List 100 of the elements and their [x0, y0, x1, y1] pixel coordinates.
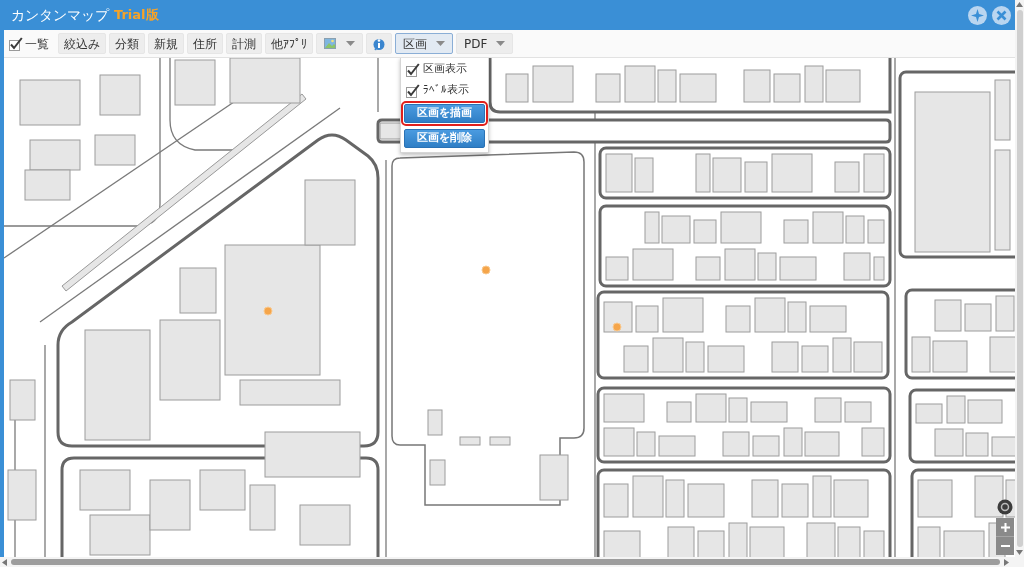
scroll-right-icon[interactable]	[1004, 558, 1009, 566]
building	[634, 157, 654, 193]
building	[722, 431, 750, 457]
building	[459, 436, 481, 446]
caret-icon	[496, 41, 506, 46]
building	[809, 305, 847, 333]
scroll-up-icon[interactable]	[1016, 2, 1023, 7]
dropdown-button[interactable]: 区画	[395, 33, 453, 54]
minus-icon	[1000, 545, 1010, 547]
checkbox-label[interactable]: 一覧	[25, 34, 49, 53]
building	[773, 73, 801, 103]
building	[744, 161, 768, 193]
map-marker-icon[interactable]	[481, 265, 491, 275]
building	[751, 479, 779, 518]
target-icon[interactable]	[997, 499, 1013, 515]
building	[771, 341, 799, 373]
building	[934, 428, 964, 457]
building	[814, 397, 842, 423]
edition-label: Trial版	[114, 6, 159, 25]
building	[965, 432, 989, 457]
checkbox[interactable]	[9, 36, 23, 51]
image-icon	[324, 38, 336, 49]
building	[693, 219, 717, 244]
building	[863, 153, 885, 193]
building	[603, 483, 629, 518]
building	[834, 161, 860, 193]
building	[695, 256, 721, 281]
building	[603, 393, 645, 423]
four-point-star-icon[interactable]	[968, 5, 987, 25]
building	[505, 73, 529, 103]
scroll-down-icon[interactable]	[1016, 550, 1023, 555]
toolbar-button[interactable]: 計測	[226, 33, 262, 54]
building	[781, 483, 809, 518]
layer-dropdown-button[interactable]	[316, 33, 363, 54]
building	[750, 401, 788, 423]
building	[539, 454, 569, 501]
building	[844, 401, 872, 423]
building	[429, 459, 446, 486]
toolbar-button[interactable]: 分類	[109, 33, 145, 54]
building	[199, 469, 246, 511]
building	[964, 303, 992, 332]
building	[779, 256, 817, 281]
building	[917, 479, 953, 518]
building	[24, 169, 71, 201]
building	[801, 345, 829, 373]
building	[7, 469, 37, 521]
vertical-scrollbar-thumb[interactable]	[1016, 10, 1023, 547]
building	[29, 139, 81, 171]
building	[995, 295, 1015, 332]
building	[861, 427, 885, 457]
building	[679, 73, 717, 103]
building	[934, 299, 962, 332]
building	[605, 256, 629, 281]
caret-icon	[436, 41, 445, 46]
building	[666, 401, 692, 423]
map-marker-icon[interactable]	[612, 322, 622, 332]
building	[532, 65, 574, 103]
building	[837, 526, 861, 557]
info-button[interactable]	[366, 33, 392, 54]
building	[427, 409, 443, 436]
menu-item[interactable]: 区画表示	[401, 59, 488, 80]
toolbar-button[interactable]: 他ｱﾌﾟﾘ	[265, 33, 313, 54]
dropdown-button[interactable]: PDF	[456, 33, 514, 54]
close-icon[interactable]	[992, 5, 1011, 25]
toolbar-button[interactable]: 住所	[187, 33, 223, 54]
building	[94, 134, 136, 166]
scroll-left-icon[interactable]	[2, 558, 7, 566]
building	[743, 69, 771, 103]
building	[720, 211, 762, 244]
toolbar-button[interactable]: 絞込み	[58, 33, 106, 54]
building	[79, 469, 131, 511]
building	[635, 305, 659, 333]
window-title: カンタンマップ	[11, 5, 109, 25]
building	[605, 153, 633, 193]
building	[9, 379, 36, 421]
zoom-out-button[interactable]	[996, 537, 1014, 555]
building	[707, 345, 745, 373]
building	[873, 256, 885, 281]
building	[687, 483, 725, 518]
building	[19, 79, 81, 126]
checkbox[interactable]	[406, 83, 420, 98]
building	[662, 297, 704, 333]
building	[915, 403, 943, 424]
map-marker-icon[interactable]	[263, 306, 273, 316]
building	[299, 504, 351, 546]
building	[667, 526, 695, 557]
checkbox[interactable]	[406, 62, 420, 77]
building	[489, 436, 511, 446]
horizontal-scrollbar-thumb[interactable]	[11, 559, 1000, 565]
toolbar-button[interactable]: 新規	[148, 33, 184, 54]
menu-item[interactable]: ﾗﾍﾞﾙ表示	[401, 80, 488, 101]
building	[994, 79, 1011, 141]
building	[249, 484, 276, 531]
building	[632, 248, 674, 281]
building	[991, 436, 1015, 457]
building	[917, 526, 941, 557]
building	[843, 252, 871, 281]
info-icon	[373, 36, 385, 51]
building	[179, 267, 217, 314]
building	[658, 435, 696, 457]
